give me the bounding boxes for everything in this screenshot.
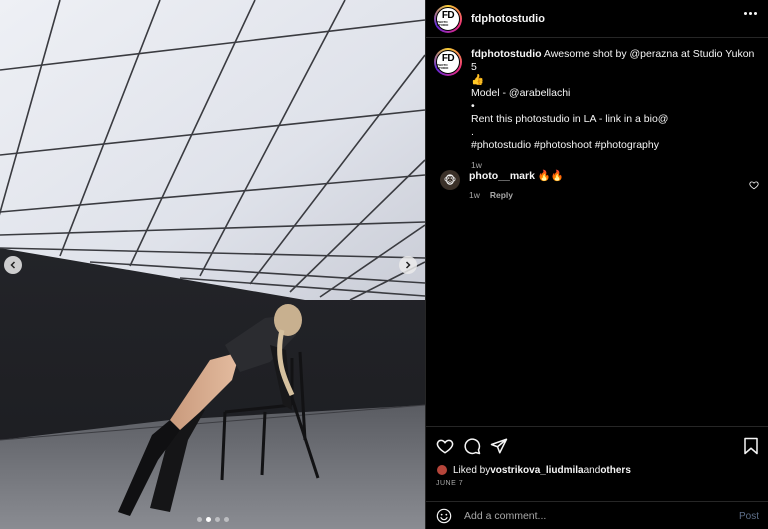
comment-avatar-glyph: 🐵 xyxy=(443,174,457,187)
comment-meta: 1w Reply xyxy=(469,189,564,202)
comment-username[interactable]: photo__mark xyxy=(469,170,535,182)
comment-reply-button[interactable]: Reply xyxy=(490,189,513,202)
carousel-indicator xyxy=(0,517,425,522)
avatar-logo-text: FD xyxy=(441,9,455,21)
add-comment-bar: Post xyxy=(426,501,768,529)
caption-line-4: • xyxy=(471,100,475,112)
post-header: FD PHOTO STUDIO fdphotostudio xyxy=(426,0,768,38)
caption-line-3: Model - @arabellachi xyxy=(471,87,571,99)
post-caption: FD PHOTO STUDIO fdphotostudio Awesome sh… xyxy=(434,48,761,172)
emoji-button[interactable] xyxy=(436,508,452,524)
likes-middle: and xyxy=(583,464,601,476)
post-actions xyxy=(426,426,768,464)
comment-like-button[interactable] xyxy=(749,177,759,195)
caption-line-5: Rent this photostudio in LA - link in a … xyxy=(471,113,669,125)
heart-icon xyxy=(749,181,759,190)
carousel-dot-active xyxy=(205,517,211,522)
carousel-dot xyxy=(223,517,229,522)
share-icon xyxy=(490,438,508,453)
post-comment-button[interactable]: Post xyxy=(739,511,759,522)
likes-prefix: Liked by xyxy=(453,464,491,476)
heart-icon xyxy=(436,439,454,454)
chevron-left-icon xyxy=(10,261,16,269)
comment-item: 🐵 photo__mark 🔥🔥 1w Reply xyxy=(440,170,761,202)
like-button[interactable] xyxy=(436,437,454,455)
post-date[interactable]: JUNE 7 xyxy=(436,480,463,487)
caption-avatar[interactable]: FD PHOTO STUDIO xyxy=(434,48,462,76)
caption-line-2: 👍 xyxy=(471,74,485,86)
emoji-icon xyxy=(436,508,452,523)
studio-photo-illustration xyxy=(0,0,425,529)
bookmark-icon xyxy=(744,437,758,455)
comment-icon xyxy=(464,437,481,454)
caption-line-1: fdphotostudio Awesome shot by @perazna a… xyxy=(471,48,761,74)
post-photo[interactable] xyxy=(0,0,425,529)
post-side-panel: FD PHOTO STUDIO fdphotostudio FD PHOTO S… xyxy=(425,0,768,529)
caption-hashtags[interactable]: #photostudio #photoshoot #photography xyxy=(471,139,761,152)
more-icon[interactable] xyxy=(744,12,757,15)
more-dot xyxy=(754,12,757,15)
chevron-right-icon xyxy=(405,261,411,269)
carousel-dot xyxy=(214,517,220,522)
comment-button[interactable] xyxy=(463,437,481,455)
more-dot xyxy=(749,12,752,15)
share-button[interactable] xyxy=(490,437,508,455)
avatar-logo: FD PHOTO STUDIO xyxy=(436,50,460,74)
comment-timestamp[interactable]: 1w xyxy=(469,189,480,202)
comment-input[interactable] xyxy=(464,509,704,522)
liker-avatar[interactable] xyxy=(436,464,448,476)
caption-text: fdphotostudio Awesome shot by @perazna a… xyxy=(471,48,761,172)
caption-line-6: . xyxy=(471,126,474,138)
likes-others-link[interactable]: others xyxy=(600,465,631,476)
avatar-logo: FD PHOTO STUDIO xyxy=(436,6,460,31)
comment-text: 🔥🔥 xyxy=(534,170,565,182)
avatar-logo-subtext: PHOTO STUDIO xyxy=(437,19,449,27)
avatar-logo-subtext: PHOTO STUDIO xyxy=(437,63,449,70)
carousel-prev-button[interactable] xyxy=(4,256,22,274)
caption-username[interactable]: fdphotostudio xyxy=(471,48,542,60)
carousel-dot xyxy=(196,517,202,522)
carousel-next-button[interactable] xyxy=(399,256,417,274)
save-button[interactable] xyxy=(743,437,759,455)
comment-avatar[interactable]: 🐵 xyxy=(440,170,460,190)
comment-body: photo__mark 🔥🔥 1w Reply xyxy=(469,170,564,202)
more-dot xyxy=(744,12,747,15)
header-username[interactable]: fdphotostudio xyxy=(471,13,545,25)
avatar[interactable]: FD PHOTO STUDIO xyxy=(434,4,462,33)
likes-summary: Liked by vostrikova_liudmila and others xyxy=(436,464,631,476)
liker-username[interactable]: vostrikova_liudmila xyxy=(490,465,583,476)
